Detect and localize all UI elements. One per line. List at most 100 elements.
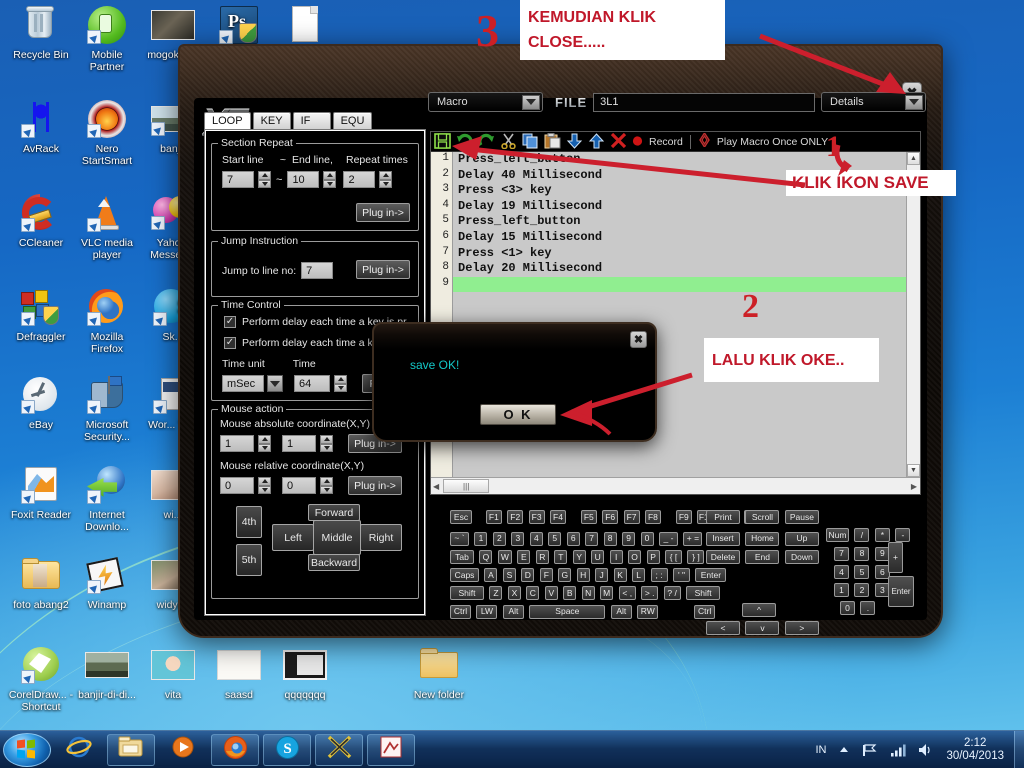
key-c[interactable]: C xyxy=(526,586,540,601)
cut-icon[interactable] xyxy=(500,133,518,150)
key-numpad-divide[interactable]: / xyxy=(854,528,870,543)
desktop-icon-vita[interactable]: vita xyxy=(140,646,206,701)
scroll-up-icon[interactable]: ▲ xyxy=(907,152,920,165)
scroll-down-icon[interactable]: ▼ xyxy=(907,464,920,477)
taskbar-windows-explorer[interactable] xyxy=(107,733,155,766)
key-numpad-multiply[interactable]: * xyxy=(874,528,890,543)
move-up-icon[interactable] xyxy=(588,133,606,150)
key-p[interactable]: P xyxy=(646,549,660,564)
chevron-down-icon[interactable] xyxy=(267,375,283,392)
key-shift-left[interactable]: Shift xyxy=(450,586,484,601)
mouse-rel-y-input[interactable]: 0 xyxy=(282,477,316,494)
mouse-abs-x-stepper[interactable] xyxy=(258,435,271,452)
clock[interactable]: 2:12 30/04/2013 xyxy=(946,737,1004,763)
repeat-times-input[interactable]: 2 xyxy=(343,171,376,188)
key-y[interactable]: Y xyxy=(572,549,586,564)
tab-equ[interactable]: EQU xyxy=(332,112,373,129)
time-value-stepper[interactable] xyxy=(334,375,347,392)
key-alt-right[interactable]: Alt xyxy=(610,604,632,619)
start-line-stepper[interactable] xyxy=(258,171,271,188)
mouse-button-middle[interactable]: Middle xyxy=(313,520,361,555)
mouse-button-4th[interactable]: 4th xyxy=(236,506,262,538)
key-f1[interactable]: F1 xyxy=(485,510,502,525)
key-caps[interactable]: Caps xyxy=(450,568,479,582)
key-page-up[interactable]: Up xyxy=(784,531,819,546)
key-arrow-up[interactable]: ^ xyxy=(742,603,776,617)
volume-icon[interactable] xyxy=(918,743,934,757)
key-6[interactable]: 6 xyxy=(566,531,580,546)
mouse-abs-x-input[interactable]: 1 xyxy=(220,435,254,452)
key-f9[interactable]: F9 xyxy=(675,510,692,525)
dialog-close-button[interactable]: ✖ xyxy=(630,331,647,348)
time-unit-select[interactable]: mSec xyxy=(222,375,264,392)
key-tilde[interactable]: ~ ` xyxy=(450,531,469,546)
key-8[interactable]: 8 xyxy=(603,531,617,546)
show-desktop-button[interactable] xyxy=(1014,731,1024,768)
play-macro-label[interactable]: Play Macro Once ONLY xyxy=(717,136,828,148)
key-numpad-7[interactable]: 7 xyxy=(834,546,849,561)
mouse-abs-y-input[interactable]: 1 xyxy=(282,435,316,452)
paste-icon[interactable] xyxy=(544,133,562,150)
key-9[interactable]: 9 xyxy=(622,531,636,546)
key-right-win[interactable]: RW xyxy=(637,604,659,619)
key-numpad-minus[interactable]: - xyxy=(895,528,911,543)
start-line-input[interactable]: 7 xyxy=(222,171,254,188)
key-e[interactable]: E xyxy=(517,549,531,564)
dialog-ok-button[interactable]: O K xyxy=(480,404,556,425)
key-scroll[interactable]: Scroll xyxy=(745,510,780,525)
key-z[interactable]: Z xyxy=(489,586,503,601)
section-repeat-plugin-button[interactable]: Plug in-> xyxy=(356,203,410,222)
key-print[interactable]: Print xyxy=(706,510,740,525)
taskbar-firefox[interactable] xyxy=(211,733,259,766)
key-s[interactable]: S xyxy=(502,568,516,582)
key-ctrl-left[interactable]: Ctrl xyxy=(450,604,471,619)
desktop-icon-firefox[interactable]: Mozilla Firefox xyxy=(74,288,140,355)
key-page-down[interactable]: Down xyxy=(784,549,819,564)
mouse-abs-y-stepper[interactable] xyxy=(320,435,333,452)
key-left-win[interactable]: LW xyxy=(476,604,498,619)
key-numpad-enter[interactable]: Enter xyxy=(888,576,914,607)
time-value-input[interactable]: 64 xyxy=(294,375,330,392)
key-home[interactable]: Home xyxy=(745,531,780,546)
jump-instruction-plugin-button[interactable]: Plug in-> xyxy=(356,260,410,279)
key-numpad-2[interactable]: 2 xyxy=(854,583,870,597)
desktop-icon-recycle-bin[interactable]: Recycle Bin xyxy=(8,6,74,61)
key-equals[interactable]: + = xyxy=(683,531,703,546)
key-comma[interactable]: < , xyxy=(618,586,636,601)
key-numpad-decimal[interactable]: . xyxy=(860,601,876,616)
key-q[interactable]: Q xyxy=(479,549,493,564)
mouse-rel-y-stepper[interactable] xyxy=(320,477,333,494)
key-minus[interactable]: _ - xyxy=(658,531,678,546)
key-n[interactable]: N xyxy=(581,586,595,601)
key-pause[interactable]: Pause xyxy=(784,510,819,525)
desktop-icon-nero[interactable]: Nero StartSmart xyxy=(74,100,140,167)
scroll-right-icon[interactable]: ▶ xyxy=(911,482,917,491)
key-f4[interactable]: F4 xyxy=(550,510,566,525)
mouse-button-forward[interactable]: Forward xyxy=(308,504,360,521)
desktop-icon-blank-document[interactable] xyxy=(272,6,338,49)
key-numpad-1[interactable]: 1 xyxy=(834,583,849,597)
desktop-icon-ccleaner[interactable]: CCleaner xyxy=(8,194,74,249)
network-flag-icon[interactable] xyxy=(862,743,878,757)
delay-key-press-checkbox[interactable]: ✓ xyxy=(224,316,236,328)
key-m[interactable]: M xyxy=(600,586,614,601)
signal-bars-icon[interactable] xyxy=(890,743,907,757)
desktop-icon-coreldraw[interactable]: CorelDraw... - Shortcut xyxy=(8,646,74,713)
key-semicolon[interactable]: ; : xyxy=(650,568,668,582)
key-arrow-right[interactable]: > xyxy=(784,621,819,636)
desktop-icon-defraggler[interactable]: Defraggler xyxy=(8,288,74,343)
copy-icon[interactable] xyxy=(522,133,540,150)
key-f5[interactable]: F5 xyxy=(580,510,597,525)
key-f8[interactable]: F8 xyxy=(644,510,661,525)
key-f6[interactable]: F6 xyxy=(602,510,619,525)
desktop-icon-internet-download-manager[interactable]: Internet Downlo... xyxy=(74,466,140,533)
scroll-left-icon[interactable]: ◀ xyxy=(433,482,439,491)
macro-line-current[interactable] xyxy=(453,276,920,293)
desktop-icon-mobile-partner[interactable]: Mobile Partner xyxy=(74,6,140,73)
play-macro-icon[interactable] xyxy=(698,131,711,150)
macro-line[interactable]: Press_left_button xyxy=(453,152,920,168)
desktop-icon-avrack[interactable]: AvRack xyxy=(8,100,74,155)
key-f2[interactable]: F2 xyxy=(507,510,524,525)
key-f3[interactable]: F3 xyxy=(528,510,545,525)
desktop-icon-saasd[interactable]: saasd xyxy=(206,646,272,701)
